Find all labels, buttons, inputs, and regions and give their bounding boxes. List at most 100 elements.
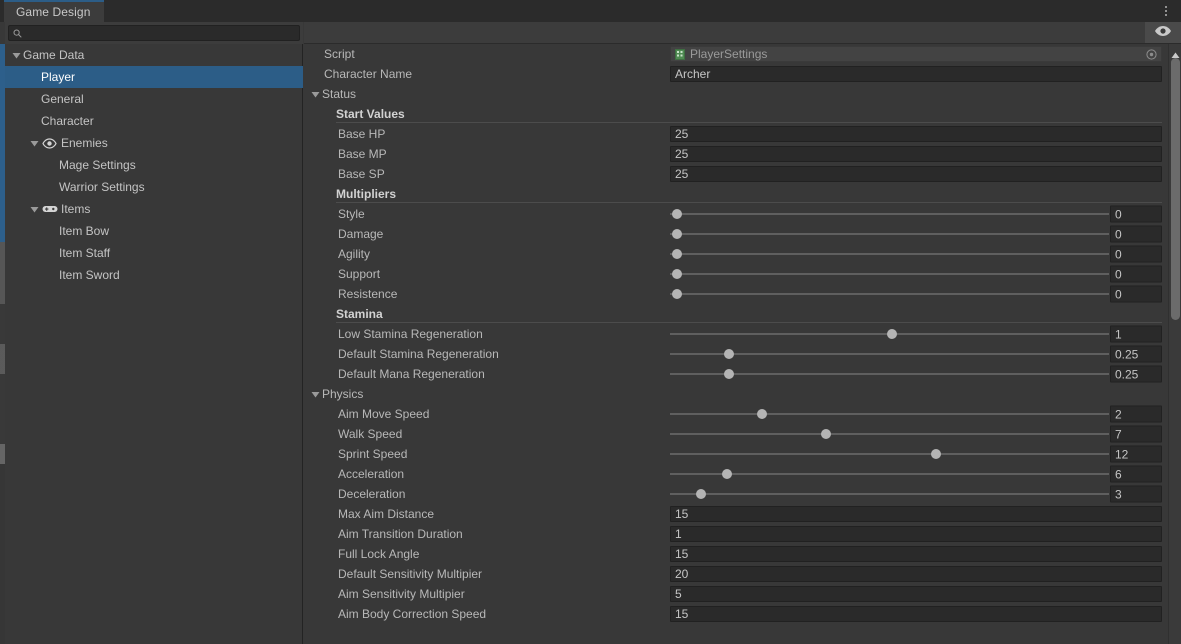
property-slider[interactable]: [670, 346, 1109, 362]
tree-item-player[interactable]: Player: [5, 66, 303, 88]
property-slider[interactable]: [670, 226, 1109, 242]
property-value-field[interactable]: 1: [670, 526, 1162, 542]
property-value-field[interactable]: 25: [670, 146, 1162, 162]
property-slider[interactable]: [670, 286, 1109, 302]
property-value-text: 2: [1115, 407, 1122, 421]
property-slider[interactable]: [670, 206, 1109, 222]
tree-item-items[interactable]: Items: [5, 198, 303, 220]
property-label: Default Sensitivity Multipier: [338, 567, 482, 581]
scrollbar-thumb[interactable]: [1171, 58, 1180, 320]
tree-item-enemies[interactable]: Enemies: [5, 132, 303, 154]
search-input[interactable]: [13, 27, 299, 39]
slider-handle[interactable]: [724, 349, 734, 359]
property-slider[interactable]: [670, 366, 1109, 382]
group-rule: [336, 122, 1162, 123]
slider-track: [670, 213, 1109, 215]
slider-handle[interactable]: [821, 429, 831, 439]
property-label: Script: [324, 47, 355, 61]
object-picker-icon[interactable]: [1146, 49, 1157, 60]
group-header-stamina: Stamina: [304, 304, 1181, 324]
foldout-triangle-icon[interactable]: [309, 88, 321, 100]
expand-triangle-icon[interactable]: [27, 198, 41, 220]
tree-item-warrior-settings[interactable]: Warrior Settings: [5, 176, 303, 198]
property-slider[interactable]: [670, 426, 1109, 442]
property-number-field[interactable]: 0: [1110, 246, 1162, 263]
property-value-text: Archer: [675, 67, 710, 81]
tree-item-item-sword[interactable]: Item Sword: [5, 264, 303, 286]
slider-handle[interactable]: [672, 289, 682, 299]
property-number-field[interactable]: 2: [1110, 406, 1162, 423]
tab-bar: Game Design: [0, 0, 1181, 22]
scroll-up-arrow-icon[interactable]: [1171, 46, 1180, 53]
property-value-field[interactable]: 15: [670, 546, 1162, 562]
property-value-text: 0: [1115, 247, 1122, 261]
slider-handle[interactable]: [696, 489, 706, 499]
search-field[interactable]: [8, 25, 300, 41]
tree-item-item-bow[interactable]: Item Bow: [5, 220, 303, 242]
property-slider[interactable]: [670, 446, 1109, 462]
slider-handle[interactable]: [931, 449, 941, 459]
tree-item-mage-settings[interactable]: Mage Settings: [5, 154, 303, 176]
slider-handle[interactable]: [724, 369, 734, 379]
property-number-field[interactable]: 0: [1110, 226, 1162, 243]
more-options-icon[interactable]: [1159, 3, 1173, 19]
slider-handle[interactable]: [672, 249, 682, 259]
property-value-field[interactable]: 15: [670, 506, 1162, 522]
property-value-field[interactable]: 25: [670, 166, 1162, 182]
expand-triangle-icon[interactable]: [9, 44, 23, 66]
tree-item-character[interactable]: Character: [5, 110, 303, 132]
property-number-field[interactable]: 0.25: [1110, 366, 1162, 383]
tab-game-design[interactable]: Game Design: [4, 0, 104, 22]
property-number-field[interactable]: 1: [1110, 326, 1162, 343]
tree-item-game-data[interactable]: Game Data: [5, 44, 303, 66]
property-value-text: 1: [675, 527, 682, 541]
property-slider[interactable]: [670, 326, 1109, 342]
property-value-field[interactable]: 15: [670, 606, 1162, 622]
slider-handle[interactable]: [672, 229, 682, 239]
expand-triangle-icon[interactable]: [27, 132, 41, 154]
tree-item-item-staff[interactable]: Item Staff: [5, 242, 303, 264]
property-value-text: 6: [1115, 467, 1122, 481]
property-slider[interactable]: [670, 486, 1109, 502]
slider-handle[interactable]: [672, 269, 682, 279]
property-slider[interactable]: [670, 246, 1109, 262]
property-number-field[interactable]: 0: [1110, 266, 1162, 283]
property-slider[interactable]: [670, 266, 1109, 282]
property-row-default-stamina-regeneration: Default Stamina Regeneration0.25: [304, 344, 1181, 364]
property-row-resistence: Resistence0: [304, 284, 1181, 304]
property-label: Deceleration: [338, 487, 405, 501]
property-value-field[interactable]: Archer: [670, 66, 1162, 82]
slider-handle[interactable]: [757, 409, 767, 419]
slider-handle[interactable]: [887, 329, 897, 339]
property-label: Default Mana Regeneration: [338, 367, 485, 381]
property-label: Max Aim Distance: [338, 507, 434, 521]
slider-track: [670, 493, 1109, 495]
property-slider[interactable]: [670, 466, 1109, 482]
property-slider[interactable]: [670, 406, 1109, 422]
tree-item-label: Warrior Settings: [59, 180, 145, 194]
property-number-field[interactable]: 3: [1110, 486, 1162, 503]
property-number-field[interactable]: 12: [1110, 446, 1162, 463]
property-number-field[interactable]: 0: [1110, 206, 1162, 223]
property-row-max-aim-distance: Max Aim Distance 15: [304, 504, 1181, 524]
property-row-status: Status: [304, 84, 1181, 104]
property-number-field[interactable]: 6: [1110, 466, 1162, 483]
property-number-field[interactable]: 7: [1110, 426, 1162, 443]
property-number-field[interactable]: 0.25: [1110, 346, 1162, 363]
slider-handle[interactable]: [722, 469, 732, 479]
property-row-walk-speed: Walk Speed7: [304, 424, 1181, 444]
property-number-field[interactable]: 0: [1110, 286, 1162, 303]
property-value-field[interactable]: 5: [670, 586, 1162, 602]
tree-item-label: Game Data: [23, 48, 84, 62]
visibility-toggle-button[interactable]: [1145, 22, 1181, 43]
property-value-field[interactable]: 20: [670, 566, 1162, 582]
search-bar: [5, 22, 303, 44]
slider-handle[interactable]: [672, 209, 682, 219]
slider-track: [670, 353, 1109, 355]
foldout-triangle-icon[interactable]: [309, 388, 321, 400]
property-value-field[interactable]: 25: [670, 126, 1162, 142]
property-value-text: 1: [1115, 327, 1122, 341]
tree-item-general[interactable]: General: [5, 88, 303, 110]
property-value-field[interactable]: PlayerSettings: [670, 46, 1162, 62]
inspector-scrollbar[interactable]: [1168, 44, 1181, 644]
